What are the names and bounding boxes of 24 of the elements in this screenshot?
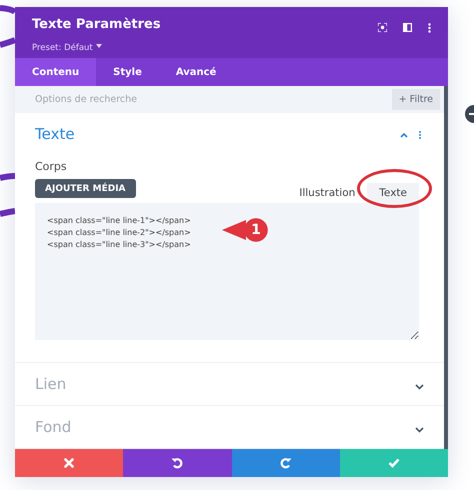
search-field[interactable]: Options de recherche [15,86,392,113]
tab[interactable]: Contenu [15,58,96,86]
tab[interactable]: Style [96,58,159,86]
editor-tab[interactable]: Texte [367,183,419,203]
step-marker: 1 [222,218,268,242]
window-title: Texte Paramètres [32,17,162,32]
close-icon [64,458,74,468]
add-media-button[interactable]: AJOUTER MÉDIA [35,179,136,198]
undo-icon [171,457,184,469]
focus-icon[interactable] [378,23,387,32]
more-options-icon[interactable] [428,23,431,33]
caret-icon[interactable] [96,44,102,48]
add-button-icon[interactable] [465,105,474,123]
tab[interactable]: Avancé [158,58,234,86]
checkmark-icon [388,458,400,468]
filter-button[interactable]: + Filtre [392,86,444,113]
preset-dropdown[interactable]: Preset: Défaut [32,43,93,53]
expand-chevron-icon[interactable] [415,384,424,390]
redo-icon [280,457,292,469]
section-title[interactable]: Texte [35,125,400,143]
collapse-chevron-icon[interactable] [400,130,424,140]
field-label: Corps [35,160,67,173]
expand-chevron-icon[interactable] [415,426,424,432]
split-view-icon[interactable] [403,23,412,32]
